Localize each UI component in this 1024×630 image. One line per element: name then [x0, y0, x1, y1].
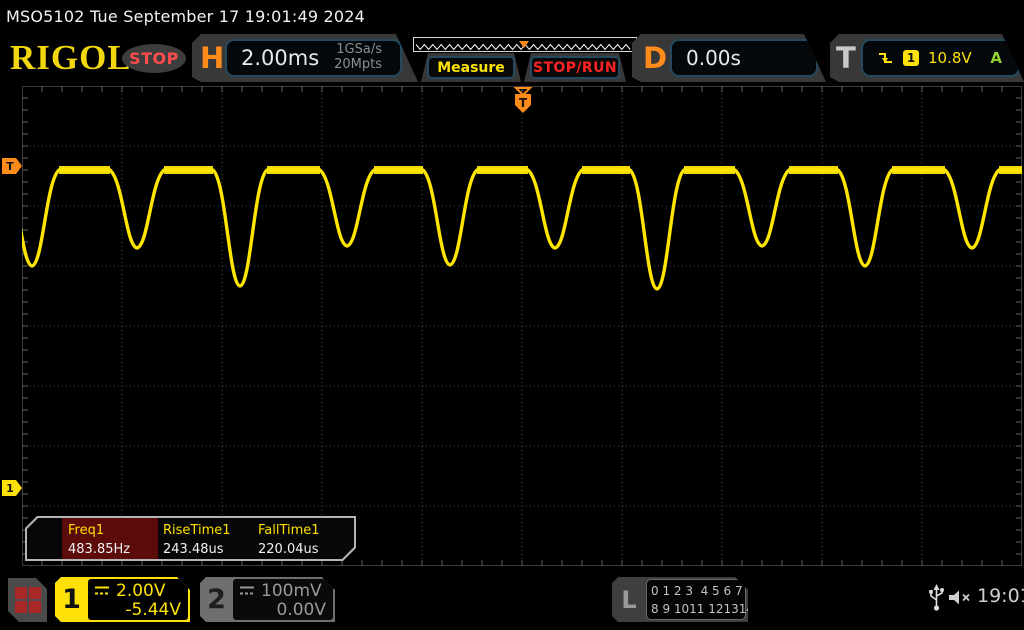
delay-box[interactable]: 0.00s [670, 39, 818, 77]
channel2-offset: 0.00V [276, 600, 326, 620]
bottom-channel-bar: 1 2.00V -5.44V 2 100mV 0.00V L 0 1 2 3 4… [0, 570, 1024, 630]
stoprun-button-frame: STOP/RUN [524, 53, 626, 82]
channel2-scale: 100mV [261, 580, 322, 601]
system-datetime: Tue September 17 19:01:49 2024 [90, 7, 366, 26]
delay-settings-block[interactable]: D 0.00s [632, 34, 826, 82]
measurement-value: 243.48us [163, 542, 224, 557]
header-bar: RIGOL STOP H 2.00ms 1GSa/s 20Mpts Measure… [0, 32, 1024, 85]
trigger-settings-block[interactable]: T 1 10.8V A [830, 34, 1024, 82]
usb-icon [929, 584, 944, 611]
preview-zigzag [415, 41, 631, 51]
measurement-label: RiseTime1 [163, 523, 231, 538]
model-name: MSO5102 [6, 7, 85, 26]
menu-button[interactable] [8, 578, 47, 622]
dc-coupling-icon [239, 585, 256, 596]
timebase-box[interactable]: 2.00ms 1GSa/s 20Mpts [225, 39, 402, 77]
logic-label: L [621, 585, 637, 614]
horizontal-label: H [200, 41, 225, 75]
measurement-panel[interactable]: Freq1 483.85Hz RiseTime1 243.48us FallTi… [25, 516, 356, 561]
delay-value: 0.00s [686, 46, 741, 70]
trigger-label: T [836, 41, 856, 75]
logic-channel-list: 0 1 2 3 4 5 6 7 8 9 1011 12131415 [646, 579, 746, 620]
channel2-readout: 100mV 0.00V [233, 579, 333, 620]
logic-channels-block[interactable]: L 0 1 2 3 4 5 6 7 8 9 1011 12131415 [612, 577, 748, 622]
acquisition-status-badge[interactable]: STOP [122, 44, 186, 73]
measure-button-frame: Measure [421, 53, 521, 82]
trigger-level-value: 10.8V [928, 49, 972, 67]
graticule-grid: T [3, 86, 1022, 566]
channel1-offset-marker[interactable]: 1 [2, 480, 22, 496]
measurement-freq1[interactable]: Freq1 483.85Hz [62, 518, 158, 559]
sample-rate-stack: 1GSa/s 20Mpts [334, 43, 382, 72]
logic-row-1: 0 1 2 3 4 5 6 7 [651, 584, 743, 598]
measurement-value: 220.04us [258, 542, 319, 557]
clock: 19:01 [977, 585, 1024, 607]
trigger-level-marker[interactable]: T [2, 158, 22, 174]
channel1-block[interactable]: 1 2.00V -5.44V [55, 577, 190, 622]
trigger-mode: A [990, 49, 1002, 67]
dc-coupling-icon [94, 585, 111, 596]
channel1-number: 1 [62, 584, 81, 615]
channel2-block[interactable]: 2 100mV 0.00V [200, 577, 335, 622]
timebase-value: 2.00ms [241, 46, 320, 70]
sample-rate: 1GSa/s [336, 42, 382, 58]
waveform-preview-strip[interactable] [413, 37, 637, 52]
delay-label: D [643, 41, 668, 75]
horizontal-settings-block[interactable]: H 2.00ms 1GSa/s 20Mpts [192, 34, 418, 82]
menu-grid-icon [15, 587, 41, 613]
channel1-offset: -5.44V [125, 600, 181, 620]
top-status-strip: MSO5102 Tue September 17 19:01:49 2024 [0, 0, 1024, 32]
measurement-value: 483.85Hz [68, 542, 131, 557]
waveform-display-area: T [3, 86, 1022, 566]
measurement-risetime1[interactable]: RiseTime1 243.48us [163, 518, 231, 559]
trigger-box[interactable]: 1 10.8V A [861, 39, 1020, 77]
measurement-label: FallTime1 [258, 523, 320, 538]
svg-text:T: T [519, 96, 528, 110]
memory-depth: 20Mpts [334, 57, 382, 72]
measure-button[interactable]: Measure [427, 56, 515, 79]
channel2-number: 2 [207, 584, 226, 615]
channel1-readout: 2.00V -5.44V [88, 579, 188, 620]
falling-edge-icon [877, 50, 894, 66]
rigol-logo: RIGOL [10, 38, 132, 77]
logic-row-2: 8 9 1011 12131415 [651, 602, 770, 616]
measurement-label: Freq1 [68, 523, 105, 538]
trigger-source-badge: 1 [903, 50, 919, 66]
channel1-scale: 2.00V [116, 580, 166, 601]
measurement-falltime1[interactable]: FallTime1 220.04us [258, 518, 320, 559]
measurement-panel-body: Freq1 483.85Hz RiseTime1 243.48us FallTi… [27, 518, 354, 559]
stop-run-button[interactable]: STOP/RUN [530, 56, 620, 79]
speaker-muted-icon [949, 590, 970, 605]
